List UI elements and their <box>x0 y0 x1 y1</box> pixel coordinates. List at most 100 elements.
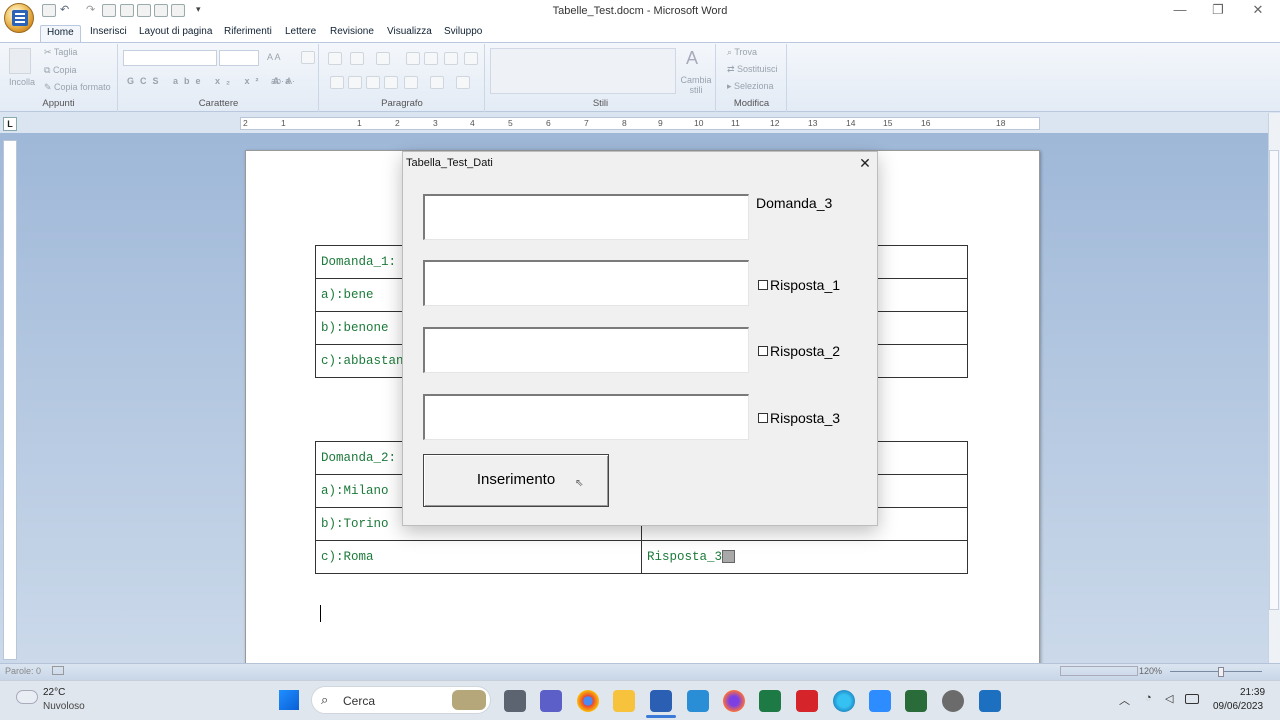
align-center-icon[interactable] <box>348 76 362 89</box>
zoom-slider-thumb[interactable] <box>1218 667 1224 677</box>
risposta2-label[interactable]: Risposta_2 <box>770 343 840 359</box>
teams-icon[interactable] <box>540 690 562 712</box>
ruler-number: 2 <box>395 118 400 128</box>
align-left-icon[interactable] <box>330 76 344 89</box>
search-highlight-icon[interactable] <box>452 690 486 710</box>
replace-button[interactable]: ⇄ Sostituisci <box>727 64 778 75</box>
font-size-select[interactable] <box>219 50 259 66</box>
ruler-number: 4 <box>470 118 475 128</box>
justify-icon[interactable] <box>384 76 398 89</box>
scrollbar-thumb[interactable] <box>1269 150 1279 610</box>
multilevel-icon[interactable] <box>376 52 390 65</box>
bullets-icon[interactable] <box>328 52 342 65</box>
office-button[interactable] <box>4 3 34 33</box>
view-buttons[interactable] <box>1060 666 1138 676</box>
clock-time[interactable]: 21:39 <box>1240 687 1265 698</box>
zoom-slider[interactable] <box>1170 671 1262 672</box>
copy-button[interactable]: ⧉ Copia <box>44 65 76 76</box>
tab-selector[interactable]: L <box>3 117 17 131</box>
ruler-number: 1 <box>357 118 362 128</box>
highlight-icon[interactable]: ab· A· <box>271 76 295 86</box>
risposta2-textbox[interactable] <box>423 327 749 373</box>
sort-icon[interactable] <box>444 52 458 65</box>
paste-button[interactable]: Incolla <box>9 77 35 87</box>
edge-icon[interactable] <box>833 690 855 712</box>
align-right-icon[interactable] <box>366 76 380 89</box>
app-is-icon[interactable] <box>796 690 818 712</box>
firefox-icon[interactable] <box>723 690 745 712</box>
group-label: Appunti <box>42 98 75 109</box>
change-styles-icon[interactable]: A <box>686 48 698 69</box>
maximize-button[interactable]: ❐ <box>1198 2 1238 20</box>
proofing-icon[interactable] <box>52 666 64 675</box>
table-cell[interactable]: Risposta_3 <box>641 540 968 574</box>
word-icon[interactable] <box>650 690 672 712</box>
tab-sviluppo[interactable]: Sviluppo <box>438 25 488 42</box>
word-count[interactable]: Parole: 0 <box>5 666 41 676</box>
grow-font-icon[interactable]: A A <box>267 52 281 62</box>
tab-lettere[interactable]: Lettere <box>279 25 322 42</box>
zoom-icon[interactable] <box>869 690 891 712</box>
userform-dialog: Tabella_Test_Dati ✕ Domanda_3 Risposta_1… <box>402 151 878 526</box>
store-icon[interactable] <box>687 690 709 712</box>
checkbox-form-field[interactable] <box>722 550 736 564</box>
tab-inserisci[interactable]: Inserisci <box>84 25 133 42</box>
taskbar <box>0 680 1280 720</box>
group-modifica: ⌕ Trova ⇄ Sostituisci ▸ Seleziona Modifi… <box>717 44 787 112</box>
styles-gallery[interactable] <box>490 48 676 94</box>
clear-format-icon[interactable] <box>301 51 315 64</box>
vertical-ruler <box>3 140 17 660</box>
weather-temp[interactable]: 22°C <box>43 687 65 698</box>
excel-icon[interactable] <box>759 690 781 712</box>
tab-layout[interactable]: Layout di pagina <box>133 25 218 42</box>
mail-icon[interactable] <box>979 690 1001 712</box>
risposta1-checkbox[interactable] <box>758 280 768 290</box>
borders-icon[interactable] <box>456 76 470 89</box>
chrome-icon[interactable] <box>577 690 599 712</box>
weather-icon[interactable] <box>16 690 38 704</box>
risposta3-checkbox[interactable] <box>758 413 768 423</box>
tab-home[interactable]: Home <box>40 25 81 42</box>
clock-date[interactable]: 09/06/2023 <box>1213 701 1263 712</box>
answer-label: Risposta_3 <box>647 550 723 564</box>
weather-desc[interactable]: Nuvoloso <box>43 701 85 712</box>
select-button[interactable]: ▸ Seleziona <box>727 81 774 92</box>
format-painter-button[interactable]: ✎ Copia formato <box>44 82 111 93</box>
line-spacing-icon[interactable] <box>404 76 418 89</box>
ruler-number: 15 <box>883 118 893 128</box>
increase-indent-icon[interactable] <box>424 52 438 65</box>
cut-button[interactable]: ✂ Taglia <box>44 47 77 58</box>
file-explorer-icon[interactable] <box>613 690 635 712</box>
font-name-select[interactable] <box>123 50 217 66</box>
find-button[interactable]: ⌕ Trova <box>727 47 757 58</box>
show-marks-icon[interactable] <box>464 52 478 65</box>
wifi-icon[interactable]: ◔ <box>1145 692 1152 704</box>
start-icon[interactable] <box>279 690 299 710</box>
close-button[interactable]: ✕ <box>1238 2 1278 20</box>
risposta3-label[interactable]: Risposta_3 <box>770 410 840 426</box>
domanda-textbox[interactable] <box>423 194 749 240</box>
github-icon[interactable] <box>942 690 964 712</box>
group-label: Paragrafo <box>381 98 423 109</box>
dialog-close-button[interactable]: ✕ <box>855 154 875 172</box>
tab-riferimenti[interactable]: Riferimenti <box>218 25 278 42</box>
decrease-indent-icon[interactable] <box>406 52 420 65</box>
minimize-button[interactable]: — <box>1160 2 1200 20</box>
change-styles-button[interactable]: Cambia stili <box>680 75 712 95</box>
risposta3-textbox[interactable] <box>423 394 749 440</box>
shading-icon[interactable] <box>430 76 444 89</box>
risposta1-label[interactable]: Risposta_1 <box>770 277 840 293</box>
task-view-icon[interactable] <box>504 690 526 712</box>
battery-icon[interactable] <box>1185 694 1199 704</box>
chevron-up-icon[interactable]: ︿ <box>1119 692 1130 708</box>
numbering-icon[interactable] <box>350 52 364 65</box>
paste-icon[interactable] <box>9 48 31 74</box>
tab-revisione[interactable]: Revisione <box>324 25 380 42</box>
app-icon[interactable] <box>905 690 927 712</box>
table-cell[interactable]: c):Roma <box>315 540 642 574</box>
risposta2-checkbox[interactable] <box>758 346 768 356</box>
zoom-level[interactable]: 120% <box>1139 666 1162 676</box>
tab-visualizza[interactable]: Visualizza <box>381 25 438 42</box>
risposta1-textbox[interactable] <box>423 260 749 306</box>
volume-icon[interactable]: ◁ <box>1165 692 1173 705</box>
